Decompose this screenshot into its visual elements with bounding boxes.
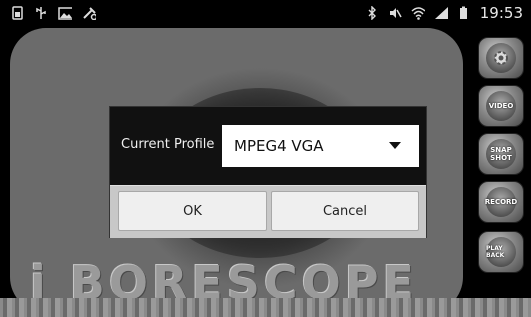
wifi-icon [411, 6, 425, 20]
snapshot-button[interactable]: SNAP SHOT [478, 133, 524, 175]
playback-button[interactable]: PLAY BACK [478, 231, 524, 273]
video-button[interactable]: VIDEO [478, 85, 524, 127]
profile-dialog: Current Profile MPEG4 VGA OK Cancel [109, 106, 427, 238]
profile-dropdown[interactable]: MPEG4 VGA [222, 125, 419, 167]
status-bar: 19:53 [0, 0, 531, 26]
record-label: RECORD [484, 198, 518, 206]
image-icon [58, 6, 72, 20]
usb-icon [34, 6, 48, 20]
mute-icon [388, 6, 402, 20]
ok-button[interactable]: OK [118, 191, 267, 231]
video-label: VIDEO [488, 102, 514, 110]
gear-icon [486, 43, 516, 73]
current-profile-label: Current Profile [121, 137, 215, 152]
battery-icon [457, 6, 471, 20]
sim-icon [10, 6, 24, 20]
cancel-button[interactable]: Cancel [271, 191, 419, 231]
profile-dropdown-value: MPEG4 VGA [234, 137, 324, 155]
dropdown-arrow-icon [389, 142, 401, 149]
playback-label: PLAY BACK [486, 245, 505, 259]
bluetooth-icon [365, 6, 379, 20]
record-button[interactable]: RECORD [478, 181, 524, 223]
dialog-body: Current Profile MPEG4 VGA [110, 107, 426, 185]
tools-icon [82, 6, 96, 20]
clock-time: 19:53 [479, 4, 523, 22]
dialog-button-bar: OK Cancel [110, 185, 426, 238]
settings-button[interactable] [478, 37, 524, 79]
bottom-strip [0, 298, 531, 317]
snapshot-label: SNAP SHOT [490, 146, 512, 162]
signal-icon [434, 6, 448, 20]
